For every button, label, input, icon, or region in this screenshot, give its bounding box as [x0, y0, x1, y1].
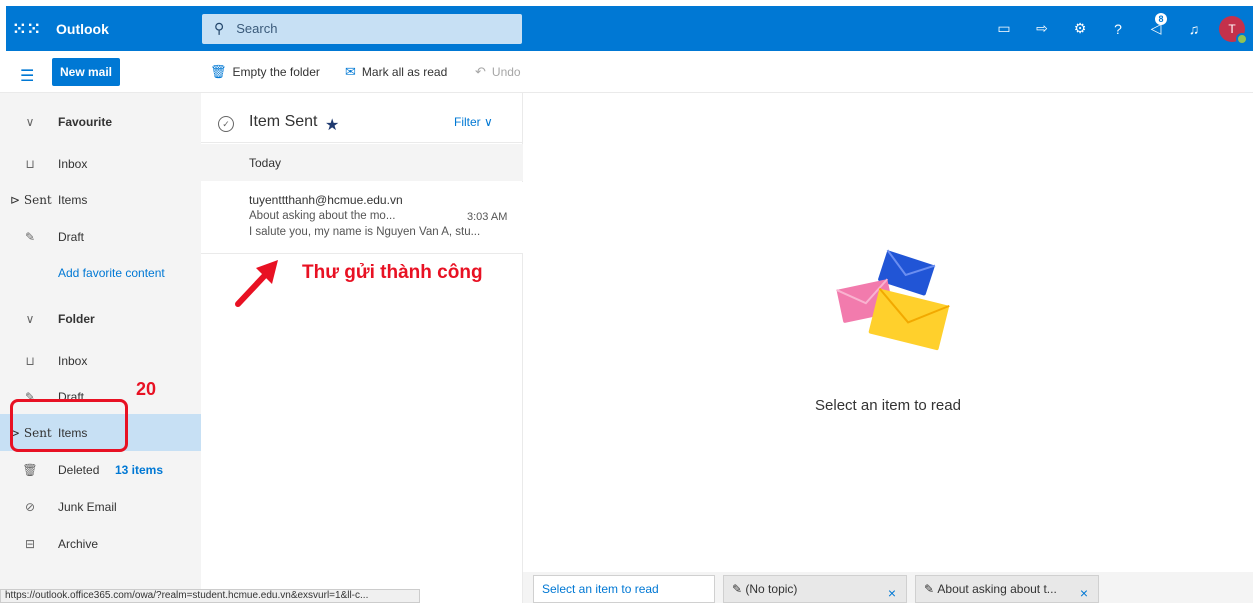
hamburger-menu-icon[interactable]: ☰: [20, 66, 34, 86]
close-icon[interactable]: ×: [888, 585, 896, 601]
group-label: Today: [249, 156, 282, 170]
sidebar-item-label: Archive: [58, 536, 99, 551]
empty-folder-button[interactable]: 🗑 Empty the folder: [210, 64, 320, 80]
success-annotation: Thư gửi thành công: [302, 262, 483, 283]
tab-select-item[interactable]: Select an item to read: [533, 575, 715, 603]
avatar-initial: T: [1228, 21, 1236, 36]
select-all-icon[interactable]: ✓: [218, 116, 234, 132]
undo-button[interactable]: ↶ Undo: [475, 64, 521, 80]
folder-label: Folder: [58, 311, 95, 326]
new-mail-button[interactable]: New mail: [52, 58, 120, 86]
envelope-open-icon: ✉: [345, 64, 356, 79]
trash-icon: 🗑: [210, 64, 227, 79]
step-number: 20: [136, 379, 157, 399]
add-favorite-label: Add favorite content: [58, 265, 165, 280]
list-item[interactable]: tuyenttthanh@hcmue.edu.vn About asking a…: [201, 182, 523, 254]
inbox-icon: ⊔: [25, 353, 35, 368]
feedback-icon[interactable]: ⇨: [1023, 6, 1061, 51]
megaphone-icon[interactable]: ◁ 8: [1137, 6, 1175, 51]
add-favorite-link[interactable]: Add favorite content: [0, 254, 201, 291]
sidebar-item-fav-inbox[interactable]: ⊔ Inbox: [0, 145, 201, 182]
sidebar-item-deleted[interactable]: 🗑 Deleted 13 items: [0, 451, 201, 488]
command-bar: ☰ New mail 🗑 Empty the folder ✉ Mark all…: [0, 51, 1253, 93]
message-list-header: ✓ Item Sent ★ Filter ∨: [201, 93, 523, 143]
group-header: Today: [201, 144, 523, 181]
preview: I salute you, my name is Nguyen Van A, s…: [249, 226, 481, 238]
send-icon: ⊳ Sent: [10, 192, 52, 207]
folder-title: Item Sent: [249, 113, 318, 130]
highlight-box: [10, 399, 128, 452]
search-box[interactable]: ⚲ Search: [202, 13, 522, 44]
pencil-icon: ✎: [24, 229, 36, 244]
search-placeholder: Search: [236, 21, 278, 36]
filter-label: Filter: [454, 115, 481, 129]
trash-icon: 🗑: [22, 462, 38, 477]
reading-pane: Select an item to read: [523, 93, 1253, 572]
tab-label: Select an item to read: [542, 582, 659, 596]
filter-button[interactable]: Filter ∨: [454, 115, 493, 129]
undo-icon: ↶: [475, 64, 486, 79]
notification-badge: 8: [1155, 13, 1167, 25]
tab-label: About asking about t...: [937, 582, 1057, 596]
sidebar-item-label: Items: [58, 192, 88, 207]
sidebar-item-label: Draft: [58, 229, 85, 244]
help-icon[interactable]: ?: [1099, 6, 1137, 51]
app-name[interactable]: Outlook: [56, 21, 202, 37]
sender: tuyenttthanh@hcmue.edu.vn: [249, 193, 403, 207]
archive-icon: ⊟: [24, 536, 36, 551]
tab-label: (No topic): [745, 582, 798, 596]
sidebar-item-archive[interactable]: ⊟ Archive: [0, 525, 201, 562]
folder-pane: ∨ Favourite ⊔ Inbox ⊳ Sent Items ✎ Draft…: [0, 93, 201, 603]
mark-all-read-button[interactable]: ✉ Mark all as read: [345, 64, 447, 80]
mark-all-read-label: Mark all as read: [361, 65, 448, 79]
chevron-down-icon: ∨: [25, 311, 35, 326]
chevron-down-icon: ∨: [484, 115, 493, 129]
avatar[interactable]: T: [1219, 15, 1248, 45]
pencil-icon: ✎: [732, 582, 746, 596]
header-strip: ⁙⁙ Outlook ⚲ Search ▭ ⇨ ⚙ ? ◁ 8 ♫ T: [6, 6, 1253, 51]
empty-folder-label: Empty the folder: [232, 65, 320, 79]
inbox-icon: ⊔: [25, 156, 35, 171]
empty-state-message: Select an item to read: [815, 397, 961, 414]
bell-icon[interactable]: ♫: [1175, 6, 1213, 51]
draft-tabs-bar: Select an item to read ✎ (No topic) × ✎ …: [523, 572, 1253, 603]
chevron-down-icon: ∨: [25, 114, 35, 129]
favourite-section-toggle[interactable]: ∨ Favourite: [0, 103, 201, 140]
sidebar-item-inbox[interactable]: ⊔ Inbox: [0, 342, 201, 379]
close-icon[interactable]: ×: [1080, 585, 1088, 601]
presence-indicator: [1236, 32, 1248, 45]
search-icon: ⚲: [214, 20, 225, 36]
envelopes-illustration-icon: [836, 249, 950, 351]
tab-no-topic[interactable]: ✎ (No topic) ×: [723, 575, 907, 603]
sidebar-item-label: Junk Email: [58, 499, 117, 514]
top-actions: ▭ ⇨ ⚙ ? ◁ 8 ♫ T: [985, 6, 1248, 51]
sent-prefix-label: Sent: [23, 192, 52, 207]
message-list: ✓ Item Sent ★ Filter ∨ Today tuyenttthan…: [201, 93, 523, 603]
star-icon[interactable]: ★: [325, 115, 339, 135]
sidebar-item-fav-draft[interactable]: ✎ Draft: [0, 218, 201, 255]
timestamp: 3:03 AM: [467, 211, 508, 223]
deleted-count: 13 items: [115, 462, 164, 477]
undo-label: Undo: [491, 65, 521, 79]
sidebar-item-junk[interactable]: ⊘ Junk Email: [0, 488, 201, 525]
tab-about-asking[interactable]: ✎ About asking about t... ×: [915, 575, 1099, 603]
block-icon: ⊘: [24, 499, 36, 514]
status-bar-url: https://outlook.office365.com/owa/?realm…: [0, 589, 420, 603]
annotation-arrow-icon: [235, 260, 278, 307]
chat-icon[interactable]: ▭: [985, 6, 1023, 51]
top-bar: ⁙⁙ Outlook ⚲ Search ▭ ⇨ ⚙ ? ◁ 8 ♫ T: [0, 0, 1253, 51]
app-launcher-icon[interactable]: ⁙⁙: [6, 6, 48, 51]
sidebar-item-label: Deleted: [58, 462, 100, 477]
subject: About asking about the mo...: [249, 210, 396, 222]
favourite-label: Favourite: [58, 114, 113, 129]
pencil-icon: ✎: [924, 582, 938, 596]
folder-section-toggle[interactable]: ∨ Folder: [0, 300, 201, 337]
sidebar-item-label: Inbox: [58, 156, 88, 171]
sidebar-item-fav-sent[interactable]: ⊳ Sent Items: [0, 181, 201, 218]
sidebar-item-label: Inbox: [58, 353, 88, 368]
settings-icon[interactable]: ⚙: [1061, 6, 1099, 51]
